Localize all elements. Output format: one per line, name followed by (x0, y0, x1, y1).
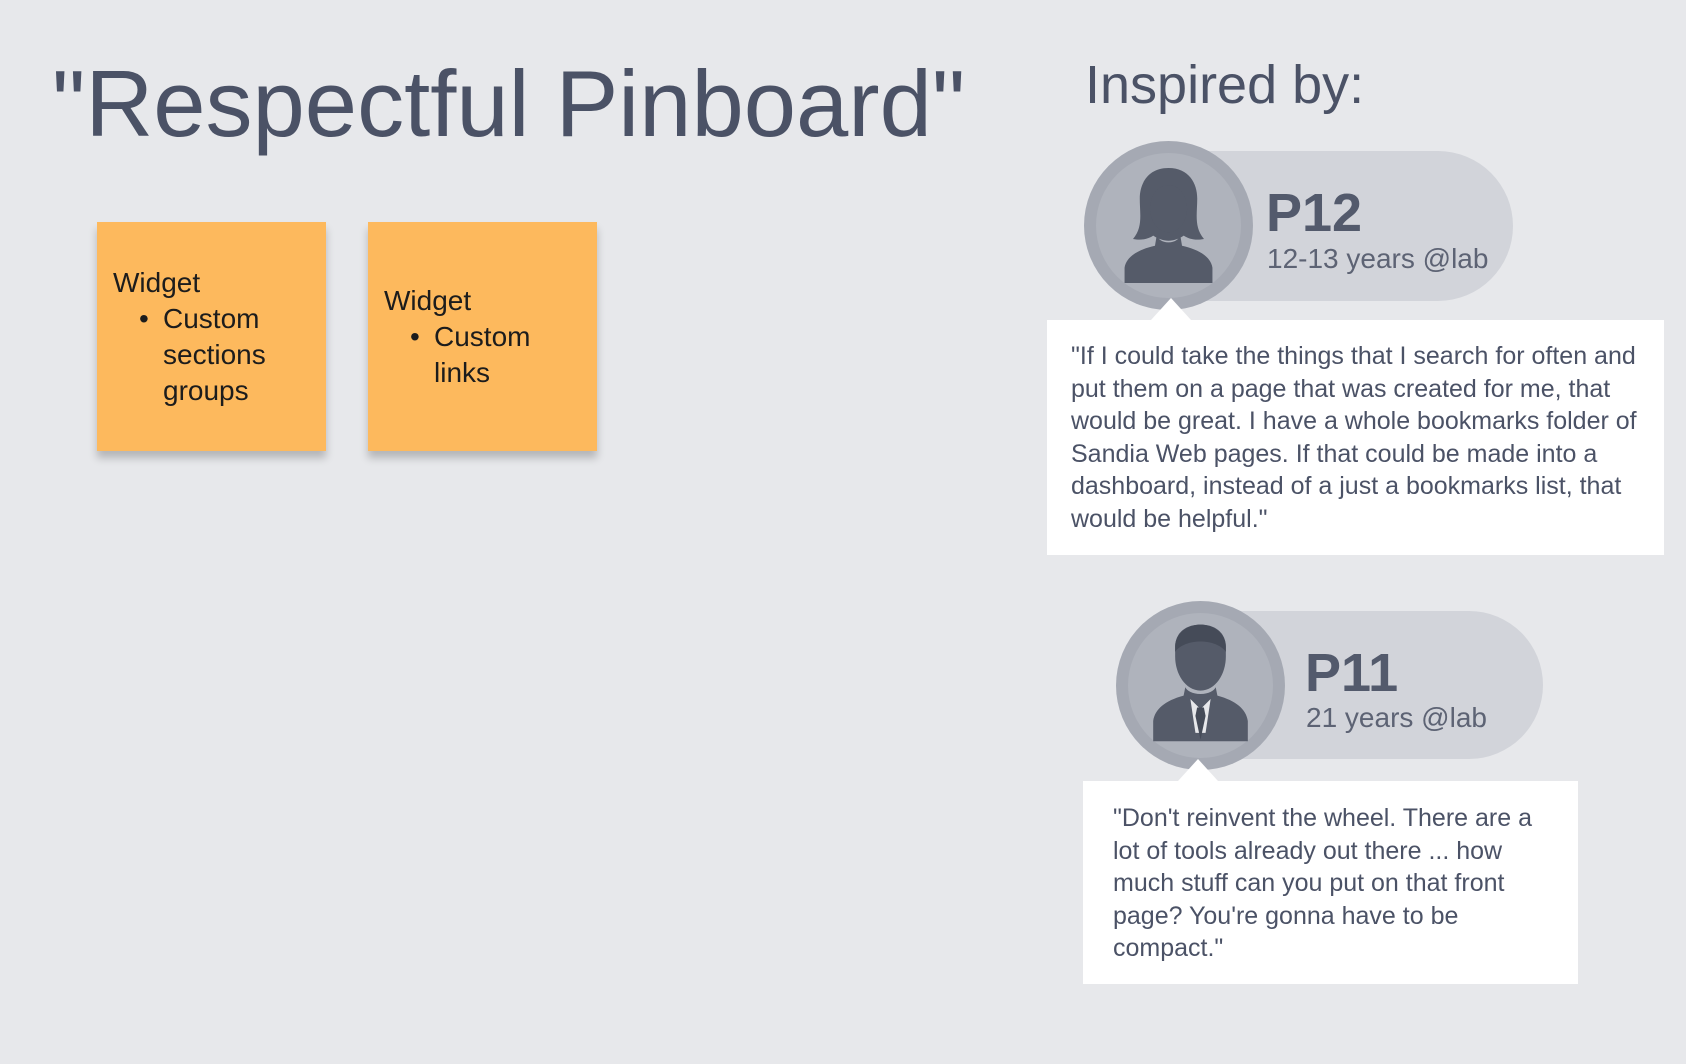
bullet-line: Custom (163, 302, 260, 334)
inspired-by-heading: Inspired by: (1085, 55, 1365, 115)
bullet-line: links (434, 356, 491, 388)
persona-quote: "If I could take the things that I searc… (1047, 320, 1664, 555)
quote-text: "Don't reinvent the wheel. There are a l… (1113, 804, 1532, 963)
quote-text: "If I could take the things that I searc… (1071, 342, 1637, 533)
male-user-icon (1116, 601, 1285, 770)
female-user-icon (1084, 141, 1253, 310)
quote-pointer (1151, 298, 1191, 320)
sticky-note-bullet-list: Custom links (384, 319, 587, 391)
sticky-note-bullet-list: Custom sections groups (113, 301, 316, 409)
persona-meta: 12-13 years @lab (1267, 243, 1489, 274)
sticky-note-heading: Widget (113, 266, 201, 298)
sticky-note-bullet: Custom sections groups (139, 301, 316, 409)
persona-id: P11 (1305, 643, 1399, 703)
persona-quote: "Don't reinvent the wheel. There are a l… (1083, 781, 1578, 984)
sticky-note-bullet: Custom links (410, 319, 587, 391)
sticky-note-custom-links[interactable]: Widget Custom links (368, 222, 597, 451)
persona-meta: 21 years @lab (1306, 702, 1487, 733)
bullet-line: Custom (434, 320, 531, 352)
sticky-note-heading: Widget (384, 284, 472, 316)
quote-pointer (1178, 759, 1218, 781)
bullet-line: groups (163, 374, 249, 406)
board-title: "Respectful Pinboard" (52, 51, 966, 156)
persona-id: P12 (1266, 183, 1363, 243)
bullet-line: sections (163, 338, 266, 370)
sticky-note-custom-sections[interactable]: Widget Custom sections groups (97, 222, 326, 451)
